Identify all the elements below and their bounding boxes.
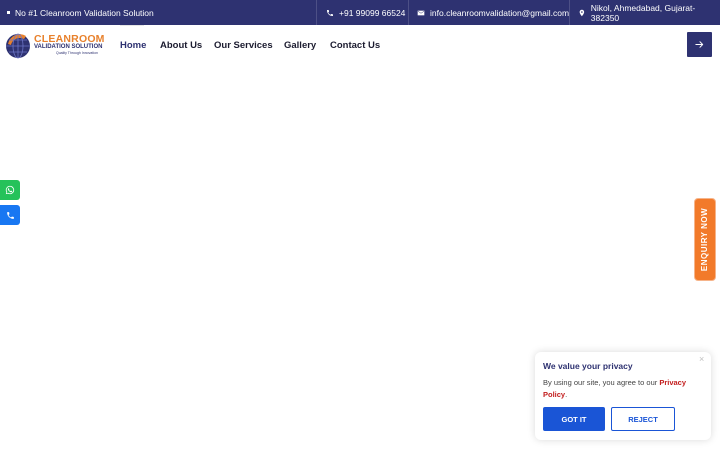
nav-contact-us[interactable]: Contact Us — [330, 25, 380, 65]
nav-gallery[interactable]: Gallery — [284, 25, 316, 65]
privacy-body: By using our site, you agree to our Priv… — [543, 377, 703, 400]
whatsapp-icon — [5, 185, 15, 195]
logo-tagline: Quality Through Innovation — [56, 51, 98, 55]
address-text: Nikol, Ahmedabad, Gujarat-382350 — [590, 2, 696, 23]
whatsapp-button[interactable] — [0, 180, 20, 200]
header-arrow-button[interactable] — [687, 32, 712, 57]
topbar-phone[interactable]: +91 99099 66524 — [326, 0, 405, 25]
site-header: CLEANROOM VALIDATION SOLUTION Quality Th… — [0, 25, 720, 65]
tagline: No #1 Cleanroom Validation Solution — [7, 0, 154, 25]
privacy-popup: We value your privacy × By using our sit… — [535, 352, 711, 440]
tagline-text: No #1 Cleanroom Validation Solution — [15, 7, 154, 18]
email-address: info.cleanroomvalidation@gmail.com — [430, 7, 570, 18]
map-pin-icon — [579, 9, 585, 16]
phone-number: +91 99099 66524 — [339, 7, 406, 18]
enquiry-now-button[interactable]: ENQUIRY NOW — [694, 198, 716, 281]
call-button[interactable] — [0, 205, 20, 225]
enquiry-label: ENQUIRY NOW — [700, 207, 710, 272]
reject-button[interactable]: REJECT — [611, 407, 675, 431]
envelope-icon — [417, 10, 425, 15]
logo-word-validation: VALIDATION SOLUTION — [34, 44, 103, 50]
globe-logo-icon — [6, 33, 30, 59]
nav-about-us[interactable]: About Us — [160, 25, 202, 65]
arrow-right-icon — [695, 41, 704, 48]
phone-icon — [327, 9, 333, 16]
privacy-body-suffix: . — [565, 389, 568, 399]
topbar-address: Nikol, Ahmedabad, Gujarat-382350 — [578, 0, 720, 25]
top-bar: No #1 Cleanroom Validation Solution +91 … — [0, 0, 720, 25]
divider — [569, 0, 570, 25]
divider — [316, 0, 317, 25]
divider — [408, 0, 409, 25]
privacy-body-text: By using our site, you agree to our — [543, 378, 660, 387]
bullet-icon — [7, 11, 10, 14]
nav-home[interactable]: Home — [120, 25, 146, 65]
phone-icon — [6, 211, 14, 219]
close-icon[interactable]: × — [699, 354, 704, 364]
logo[interactable]: CLEANROOM VALIDATION SOLUTION Quality Th… — [4, 31, 104, 61]
privacy-title: We value your privacy — [543, 361, 633, 371]
topbar-email[interactable]: info.cleanroomvalidation@gmail.com — [417, 0, 569, 25]
nav-our-services[interactable]: Our Services — [214, 25, 273, 65]
got-it-button[interactable]: GOT IT — [543, 407, 605, 431]
